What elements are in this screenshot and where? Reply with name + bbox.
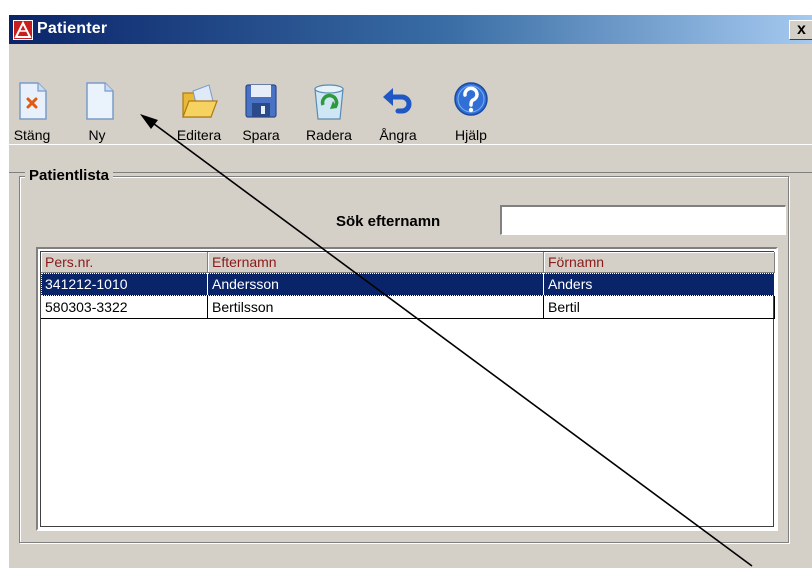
undo-arrow-icon bbox=[378, 79, 418, 123]
new-label: Ny bbox=[88, 127, 106, 143]
cell-surname: Bertilsson bbox=[208, 296, 544, 318]
delete-button[interactable]: Radera bbox=[299, 79, 359, 143]
cell-firstname: Bertil bbox=[544, 296, 775, 318]
search-surname-label: Sök efternamn bbox=[336, 213, 441, 230]
close-document-icon bbox=[12, 79, 52, 123]
search-surname-input[interactable] bbox=[500, 205, 786, 235]
new-button[interactable]: Ny bbox=[79, 79, 115, 143]
list-header: Pers.nr. Efternamn Förnamn bbox=[41, 252, 775, 273]
save-button[interactable]: Spara bbox=[237, 79, 285, 143]
patient-list-title: Patientlista bbox=[25, 167, 114, 184]
delete-label: Radera bbox=[306, 127, 352, 143]
list-frame: Pers.nr. Efternamn Förnamn 341212-1010 A… bbox=[40, 251, 775, 527]
close-button[interactable]: Stäng bbox=[12, 79, 52, 143]
toolbar-separator bbox=[9, 144, 812, 145]
toolbar: Stäng Ny Editera Spara Radera Ångra Hjäl… bbox=[9, 44, 812, 173]
column-header-surname[interactable]: Efternamn bbox=[208, 252, 544, 272]
cell-surname: Andersson bbox=[208, 273, 544, 295]
cell-pnr: 341212-1010 bbox=[41, 273, 208, 295]
patient-list-view[interactable]: Pers.nr. Efternamn Förnamn 341212-1010 A… bbox=[36, 247, 778, 531]
cell-firstname: Anders bbox=[544, 273, 775, 295]
save-label: Spara bbox=[242, 127, 280, 143]
help-question-icon bbox=[451, 79, 491, 123]
recycle-bin-icon bbox=[309, 79, 349, 123]
undo-label: Ångra bbox=[379, 127, 417, 143]
floppy-disk-icon bbox=[241, 79, 281, 123]
patienter-window: Patienter x Stäng Ny Editera Spara Rader… bbox=[8, 14, 812, 568]
help-button[interactable]: Hjälp bbox=[449, 79, 493, 143]
column-header-pnr[interactable]: Pers.nr. bbox=[41, 252, 208, 272]
edit-label: Editera bbox=[176, 127, 222, 143]
close-window-button[interactable]: x bbox=[789, 20, 812, 40]
new-document-icon bbox=[79, 79, 119, 123]
window-title: Patienter bbox=[37, 20, 108, 37]
table-row[interactable]: 580303-3322 Bertilsson Bertil bbox=[41, 296, 775, 319]
undo-button[interactable]: Ångra bbox=[373, 79, 423, 143]
edit-button[interactable]: Editera bbox=[169, 79, 229, 143]
column-header-firstname[interactable]: Förnamn bbox=[544, 252, 775, 272]
close-label: Stäng bbox=[13, 127, 51, 143]
app-logo-icon bbox=[13, 20, 33, 40]
cell-pnr: 580303-3322 bbox=[41, 296, 208, 318]
title-bar[interactable]: Patienter x bbox=[9, 15, 812, 44]
open-folder-icon bbox=[179, 79, 219, 123]
table-row[interactable]: 341212-1010 Andersson Anders bbox=[41, 273, 775, 296]
help-label: Hjälp bbox=[455, 127, 487, 143]
